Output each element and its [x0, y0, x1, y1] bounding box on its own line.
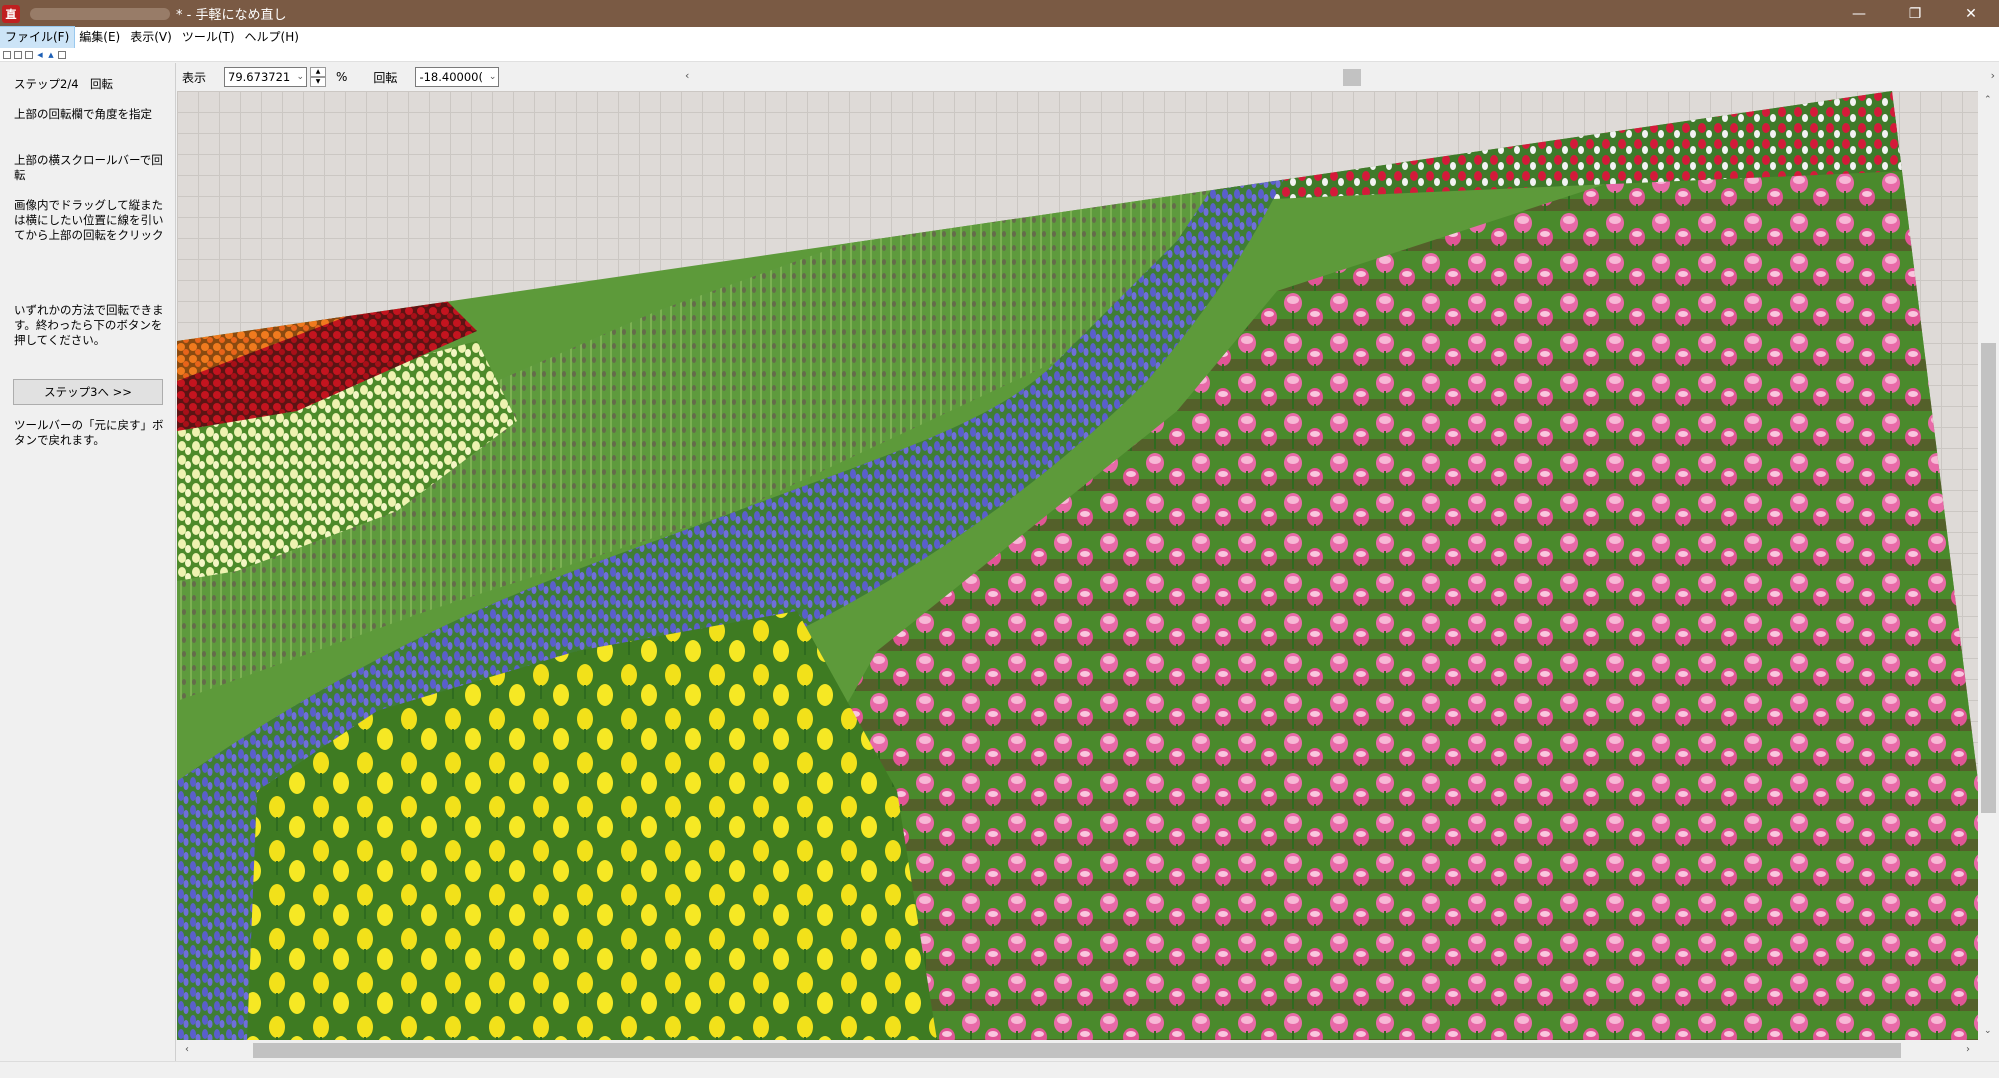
scroll-up-icon[interactable]: ⌃ — [1984, 95, 1992, 105]
title-bar: 直 * - 手軽になめ直し — ❐ ✕ — [0, 0, 1999, 27]
instruction-drag: 画像内でドラッグして縦または横にしたい位置に線を引いてから上部の回転をクリック — [14, 198, 164, 242]
rotation-scroll-thumb[interactable] — [1343, 69, 1361, 86]
undo-icon[interactable]: ◀ — [36, 51, 44, 59]
grid-icon[interactable] — [58, 50, 66, 59]
scroll-right-icon[interactable]: › — [1966, 1044, 1970, 1055]
save-file-icon[interactable] — [25, 50, 33, 59]
zoom-combo[interactable]: 79.673721 ⌄ — [224, 67, 308, 87]
chevron-down-icon: ⌄ — [296, 72, 305, 82]
photo-content — [177, 91, 1978, 1040]
vertical-scrollbar[interactable]: ⌃ ⌄ — [1978, 91, 1999, 1040]
rotation-scrollbar[interactable]: ‹ › — [679, 67, 1997, 87]
zoom-unit: % — [336, 70, 348, 84]
next-step-button[interactable]: ステップ3へ >> — [13, 379, 163, 405]
zoom-label: 表示 — [182, 70, 207, 85]
menu-file[interactable]: ファイル(F) — [0, 26, 76, 49]
undo-note: ツールバーの「元に戻す」ボタンで戻れます。 — [14, 418, 164, 447]
zoom-value: 79.673721 — [228, 70, 291, 84]
open-file-icon[interactable] — [14, 50, 22, 59]
instruction-angle: 上部の回転欄で角度を指定 — [14, 107, 152, 121]
close-icon: ✕ — [1965, 5, 1977, 22]
control-row: 表示 79.673721 ⌄ ▲ ▼ % 回転 -18.40000( ⌄ ‹ › — [177, 63, 1999, 91]
rotate-combo[interactable]: -18.40000( ⌄ — [415, 67, 500, 87]
instruction-scrollbar: 上部の横スクロールバーで回転 — [14, 153, 163, 182]
scroll-left-icon[interactable]: ‹ — [685, 69, 689, 82]
menu-view[interactable]: 表示(V) — [125, 27, 177, 48]
horizontal-scrollbar[interactable]: ‹ › — [177, 1040, 1978, 1061]
chevron-down-icon: ⌄ — [488, 72, 497, 82]
minimize-icon: — — [1852, 5, 1866, 22]
new-file-icon[interactable] — [3, 50, 11, 59]
instruction-panel: ステップ2/4 回転 上部の回転欄で角度を指定 上部の横スクロールバーで回転 画… — [0, 63, 176, 1061]
toolbar: ◀ ▲ — [0, 48, 1999, 62]
step-title: ステップ2/4 回転 — [14, 77, 114, 91]
rotate-label: 回転 — [373, 70, 398, 85]
app-icon[interactable]: 直 — [2, 4, 20, 23]
menu-edit[interactable]: 編集(E) — [74, 27, 125, 48]
vertical-scroll-thumb[interactable] — [1981, 343, 1996, 813]
scroll-down-icon[interactable]: ⌄ — [1984, 1026, 1992, 1036]
restore-icon: ❐ — [1908, 5, 1922, 22]
redo-icon[interactable]: ▲ — [47, 51, 55, 59]
instruction-finish: いずれかの方法で回転できます。終わったら下のボタンを押してください。 — [14, 303, 164, 347]
scroll-right-icon[interactable]: › — [1991, 69, 1995, 82]
rotated-photo[interactable] — [177, 91, 1978, 1040]
close-button[interactable]: ✕ — [1943, 0, 1999, 27]
restore-button[interactable]: ❐ — [1887, 0, 1943, 27]
menu-bar: ファイル(F) 編集(E) 表示(V) ツール(T) ヘルプ(H) — [0, 26, 1999, 49]
horizontal-scroll-thumb[interactable] — [253, 1043, 1901, 1058]
zoom-spinner[interactable]: ▲ ▼ — [310, 67, 327, 87]
minimize-button[interactable]: — — [1831, 0, 1887, 27]
menu-tools[interactable]: ツール(T) — [177, 27, 240, 48]
status-bar — [0, 1061, 1999, 1078]
redacted-filename — [30, 7, 170, 20]
window-title: * - 手軽になめ直し — [176, 8, 287, 23]
spin-up-icon[interactable]: ▲ — [310, 67, 327, 77]
rotate-value: -18.40000( — [419, 70, 483, 84]
menu-help[interactable]: ヘルプ(H) — [240, 27, 304, 48]
scroll-left-icon[interactable]: ‹ — [185, 1044, 189, 1055]
image-canvas[interactable] — [177, 91, 1978, 1040]
spin-down-icon[interactable]: ▼ — [310, 77, 327, 87]
